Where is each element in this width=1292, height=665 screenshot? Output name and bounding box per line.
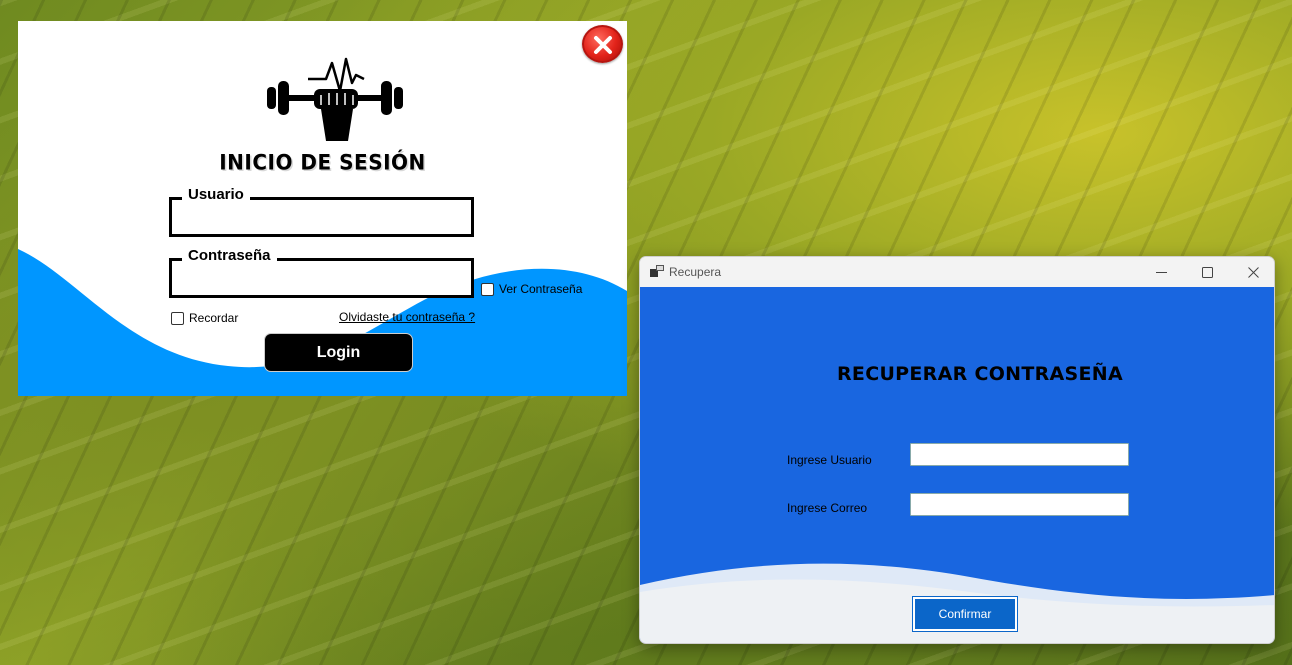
recover-user-input[interactable] <box>910 443 1129 466</box>
maximize-button[interactable] <box>1184 257 1230 287</box>
username-field[interactable]: Usuario <box>169 186 474 237</box>
login-title: INICIO DE SESIÓN <box>219 149 426 175</box>
maximize-icon <box>1201 266 1213 278</box>
remember-checkbox[interactable]: Recordar <box>171 311 238 325</box>
window-close-button[interactable] <box>1230 257 1274 287</box>
recupera-client-area: RECUPERAR CONTRASEÑA Ingrese Usuario Ing… <box>640 287 1274 643</box>
close-button[interactable] <box>582 25 623 63</box>
forgot-password-link[interactable]: Olvidaste tu contraseña ? <box>339 310 475 324</box>
close-icon <box>594 36 612 54</box>
enter-email-label: Ingrese Correo <box>787 501 868 515</box>
password-label: Contraseña <box>182 247 277 265</box>
show-password-checkbox-box[interactable] <box>481 282 494 296</box>
login-button[interactable]: Login <box>264 333 413 372</box>
title-bar[interactable]: Recupera <box>640 257 1274 287</box>
app-icon <box>650 265 664 277</box>
minimize-icon <box>1155 271 1167 273</box>
window-close-icon <box>1247 266 1259 278</box>
show-password-checkbox[interactable]: Ver Contraseña <box>481 282 582 296</box>
show-password-label: Ver Contraseña <box>499 282 583 296</box>
confirm-button[interactable]: Confirmar <box>912 596 1018 632</box>
minimize-button[interactable] <box>1138 257 1184 287</box>
enter-user-label: Ingrese Usuario <box>787 453 872 467</box>
fist-dumbbell-heartbeat-icon <box>267 57 403 141</box>
login-window: INICIO DE SESIÓN Usuario Contraseña Ver … <box>18 21 627 396</box>
recupera-window: Recupera RECUPERAR CONTRASEÑA Ingrese Us… <box>639 256 1275 644</box>
recover-password-heading: RECUPERAR CONTRASEÑA <box>836 363 1124 385</box>
password-input[interactable] <box>176 267 466 291</box>
password-field[interactable]: Contraseña <box>169 247 474 298</box>
remember-checkbox-box[interactable] <box>171 311 184 325</box>
username-label: Usuario <box>182 186 250 204</box>
window-title: Recupera <box>669 265 722 279</box>
remember-label: Recordar <box>189 311 239 325</box>
recover-email-input[interactable] <box>910 493 1129 516</box>
username-input[interactable] <box>176 206 466 230</box>
